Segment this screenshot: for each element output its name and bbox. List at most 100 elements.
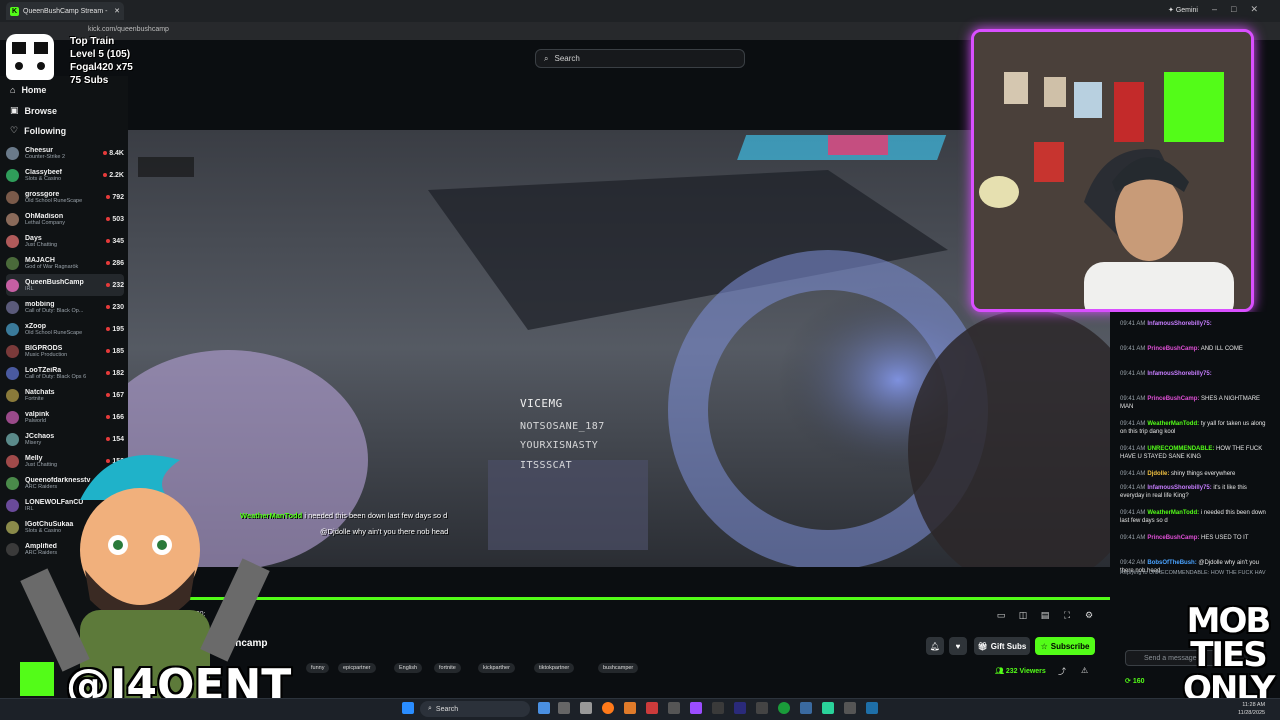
channel-game: Call of Duty: Black Op... — [25, 307, 84, 314]
windows-start-icon[interactable] — [402, 702, 414, 714]
avatar — [6, 432, 19, 446]
channel-game: God of War Ragnarök — [25, 263, 79, 270]
steam-icon[interactable] — [866, 702, 878, 714]
chat-time: 09:41 AM — [1120, 371, 1146, 377]
stream-tag[interactable]: epicpartner — [338, 663, 376, 673]
sidebar-channel[interactable]: BIGPRODS Music Production 185 — [6, 340, 124, 362]
search-icon: ⌕ — [428, 705, 432, 712]
chat-user[interactable]: Djdolle: — [1147, 471, 1169, 477]
report-icon[interactable]: ⚠ — [1081, 666, 1088, 675]
channel-viewers: 167 — [106, 392, 124, 399]
chat-message[interactable]: 09:41 AM Djdolle: shiny things everywhere — [1120, 470, 1270, 478]
sidebar-channel[interactable]: Cheesur Counter-Strike 2 8.4K — [6, 142, 124, 164]
sidebar-channel[interactable]: OhMadison Lethal Company 503 — [6, 208, 124, 230]
sidebar-channel[interactable]: Natchats Fortnite 167 — [6, 384, 124, 406]
settings-gear-icon[interactable]: ⚙ — [1083, 609, 1095, 621]
sidebar-channel[interactable]: xZoop Old School RuneScape 195 — [6, 318, 124, 340]
follow-heart-icon[interactable]: ♥ — [949, 637, 967, 655]
gift-subs-button[interactable]: 🎁︎ Gift Subs — [974, 637, 1030, 655]
chat-message[interactable]: 09:41 AM PrinceBushCamp: SHES A NIGHTMARE… — [1120, 395, 1270, 411]
app-icon[interactable] — [756, 702, 768, 714]
sidebar-channel[interactable]: QueenBushCamp IRL 232 — [6, 274, 124, 296]
app-icon[interactable] — [624, 702, 636, 714]
sidebar-channel[interactable]: MAJACH God of War Ragnarök 286 — [6, 252, 124, 274]
avatar — [6, 366, 19, 380]
chat-user[interactable]: InfamousShorebilly75: — [1147, 371, 1211, 377]
settings-app-icon[interactable] — [580, 702, 592, 714]
chat-message[interactable]: 09:41 AM PrinceBushCamp: HES USED TO IT — [1120, 534, 1270, 542]
theater-icon[interactable]: ▭ — [995, 609, 1007, 621]
url-text[interactable]: kick.com/queenbushcamp — [88, 26, 169, 33]
sidebar-channel[interactable]: grossgore Old School RuneScape 792 — [6, 186, 124, 208]
app-icon[interactable] — [668, 702, 680, 714]
app-icon[interactable] — [800, 702, 812, 714]
sidebar-channel[interactable]: mobbing Call of Duty: Black Op... 230 — [6, 296, 124, 318]
window-controls[interactable]: –□✕ — [1212, 4, 1272, 15]
sidebar-channel[interactable]: Days Just Chatting 345 — [6, 230, 124, 252]
stream-tag[interactable]: tiktokpartner — [534, 663, 575, 673]
channel-viewers: 185 — [106, 348, 124, 355]
app-icon[interactable] — [712, 702, 724, 714]
fullscreen-icon[interactable]: ⛶ — [1061, 609, 1073, 621]
chat-user[interactable]: WeatherManTodd: — [1147, 510, 1199, 516]
chat-message[interactable]: 09:41 AM WeatherManTodd: ty yall for take… — [1120, 420, 1270, 436]
chat-time: 09:42 AM — [1120, 560, 1146, 566]
avatar — [6, 476, 19, 490]
close-tab-icon[interactable]: ✕ — [114, 7, 120, 15]
stream-tag[interactable]: funny — [306, 663, 330, 673]
sidebar-channel[interactable]: valpink Palworld 166 — [6, 406, 124, 428]
channel-points[interactable]: ⟳ 160 — [1125, 677, 1145, 685]
nav-browse[interactable]: ▣ Browse — [10, 105, 57, 116]
share-icon[interactable]: ⤴ — [1058, 666, 1066, 677]
sidebar-channel[interactable]: LooTZeiRa Call of Duty: Black Ops 6 182 — [6, 362, 124, 384]
browser-tab[interactable]: K QueenBushCamp Stream - ✕ — [6, 2, 124, 20]
sidebar-channel[interactable]: Classybeef Slots & Casino 2.2K — [6, 164, 124, 186]
chat-time: 09:41 AM — [1120, 510, 1146, 516]
app-icon[interactable] — [646, 702, 658, 714]
firefox-icon[interactable] — [602, 702, 614, 714]
reply-note: Replying to UNRECOMMENDABLE: HOW THE FUC… — [1120, 570, 1266, 576]
chat-user[interactable]: InfamousShorebilly75: — [1147, 485, 1211, 491]
chat-message[interactable]: 09:41 AM UNRECOMMENDABLE: HOW THE FUCK HA… — [1120, 445, 1270, 461]
nav-following[interactable]: ♡ Following — [10, 125, 66, 136]
chat-message[interactable]: 09:41 AM InfamousShorebilly75: — [1120, 320, 1270, 328]
stream-tag[interactable]: fortnite — [434, 663, 461, 673]
gemini-button[interactable]: ✦ Gemini — [1168, 6, 1198, 14]
chat-user[interactable]: UNRECOMMENDABLE: — [1147, 446, 1214, 452]
search-input[interactable]: ⌕ Search — [535, 49, 745, 68]
stream-tag[interactable]: bushcamper — [598, 663, 639, 673]
chat-user[interactable]: InfamousShorebilly75: — [1147, 321, 1211, 327]
windows-taskbar — [0, 698, 1280, 720]
chat-user[interactable]: PrinceBushCamp: — [1147, 346, 1199, 352]
channel-viewers: 345 — [106, 238, 124, 245]
nav-home[interactable]: ⌂ Home — [10, 85, 46, 95]
pip-icon[interactable]: ◫ — [1017, 609, 1029, 621]
subscribe-button[interactable]: ☆ Subscribe — [1035, 637, 1095, 655]
chat-message[interactable]: 09:41 AM InfamousShorebilly75: it's it li… — [1120, 484, 1270, 500]
top-train-panel: Top Train Level 5 (105) Fogal420 x75 75 … — [70, 36, 133, 86]
chat-user[interactable]: WeatherManTodd: — [1147, 421, 1199, 427]
stream-tag[interactable]: English — [394, 663, 423, 673]
app-icon[interactable] — [690, 702, 702, 714]
chat-message[interactable]: 09:41 AM InfamousShorebilly75: — [1120, 370, 1270, 378]
avatar — [6, 520, 19, 534]
task-view-icon[interactable] — [558, 702, 570, 714]
notification-bell-icon[interactable]: 🔔︎ — [926, 637, 944, 655]
chat-user[interactable]: BobsOfTheBush: — [1147, 560, 1196, 566]
video-player[interactable] — [128, 130, 1110, 567]
taskbar-search[interactable]: ⌕ Search — [420, 701, 530, 717]
app-icon[interactable] — [734, 702, 746, 714]
app-icon[interactable] — [822, 702, 834, 714]
chat-message[interactable]: 09:41 AM WeatherManTodd: i needed this be… — [1120, 509, 1270, 525]
chat-user[interactable]: PrinceBushCamp: — [1147, 396, 1199, 402]
cast-icon[interactable]: ▤ — [1039, 609, 1051, 621]
chat-message[interactable]: 09:41 AM PrinceBushCamp: AND ILL COME — [1120, 345, 1270, 353]
copilot-icon[interactable] — [538, 702, 550, 714]
system-clock[interactable]: 11:28 AM 11/28/2025 — [1238, 701, 1265, 717]
channel-name: xZoop — [25, 322, 46, 330]
chrome-icon[interactable] — [778, 702, 790, 714]
chat-user[interactable]: PrinceBushCamp: — [1147, 535, 1199, 541]
stream-tag[interactable]: kickparther — [478, 663, 515, 673]
app-icon[interactable] — [844, 702, 856, 714]
channel-game: Palworld — [25, 417, 47, 424]
